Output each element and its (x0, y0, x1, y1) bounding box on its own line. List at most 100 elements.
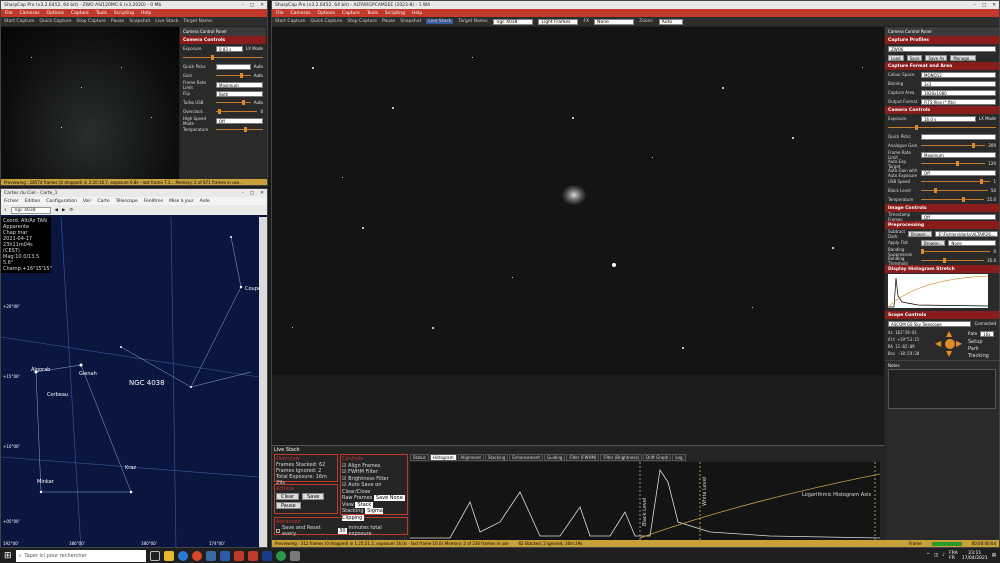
telescope-select[interactable]: ASCOM GS Sky Telescope (888, 320, 972, 327)
cdc-search-input[interactable]: ngc 4038 (10, 206, 51, 214)
lx-mode-checkbox[interactable]: LX Mode (979, 116, 996, 121)
cdc-menu-configuration[interactable]: Configuration (46, 199, 77, 204)
start-icon[interactable]: ⊞ (4, 551, 12, 561)
autosave-checkbox[interactable]: ☑ Auto Save on Clear/Close (342, 482, 406, 495)
white-level-marker[interactable]: White Level (702, 477, 708, 506)
cdc-menu-miseajour[interactable]: Mise à jour (169, 199, 194, 204)
notifications-icon[interactable]: ▤ (992, 553, 996, 558)
cdc-refresh-icon[interactable]: ⟳ (69, 208, 73, 213)
cdc-search-icon[interactable]: ⌕ (4, 207, 7, 213)
main-pause-button[interactable]: Pause (382, 19, 395, 24)
dark-file-select[interactable]: E:\Fichiers\darks\ALTAIR26... (935, 230, 998, 237)
tab-drift-graph[interactable]: Drift Graph (643, 454, 672, 461)
cdc-menu-telescope[interactable]: Télescope (116, 199, 138, 204)
black-level-slider[interactable] (921, 188, 988, 193)
reset-minutes-input[interactable]: 30 (338, 528, 347, 534)
tab-log[interactable]: Log (672, 454, 686, 461)
quick-picks-select[interactable] (921, 133, 996, 140)
cdc-menu-carte[interactable]: Carte (97, 199, 109, 204)
store-icon[interactable] (205, 550, 216, 561)
tab-filter-fwhm[interactable]: Filter (FWHM) (566, 454, 600, 461)
cdc-next-icon[interactable]: ▶ (62, 208, 65, 213)
main-menu-file[interactable]: File (276, 11, 284, 16)
temperature-slider[interactable] (921, 197, 985, 202)
main-menu-scripting[interactable]: Scripting (385, 11, 405, 16)
fx-select[interactable]: None (594, 18, 635, 25)
chrome-icon[interactable] (191, 550, 202, 561)
app2-icon[interactable] (289, 550, 300, 561)
main-start-capture-button[interactable]: Start Capture (275, 19, 305, 24)
snapshot-button[interactable]: Snapshot (129, 19, 150, 24)
sharpcap-icon[interactable] (233, 550, 244, 561)
auto-exp-slider[interactable] (921, 161, 986, 166)
live-stack-button[interactable]: Live Stack (155, 19, 178, 24)
tab-guiding[interactable]: Guiding (543, 454, 566, 461)
camera-controls-header[interactable]: Camera Controls (885, 106, 999, 114)
slew-south-icon[interactable]: ▼ (946, 349, 952, 358)
banding-threshold-slider[interactable] (921, 258, 985, 263)
profile-load-button[interactable]: Load (888, 54, 904, 61)
scope-setup-button[interactable]: Setup (968, 339, 994, 345)
tab-histogram[interactable]: Histogram (429, 454, 457, 461)
main-minimize-icon[interactable]: – (974, 3, 976, 8)
cdc-menu-fenetres[interactable]: Fenêtres (144, 199, 163, 204)
cdc-titlebar[interactable]: Cartes du Ciel - Carte_1 – □ ✕ (1, 189, 267, 197)
task-view-icon[interactable] (149, 550, 160, 561)
main-close-icon[interactable]: ✕ (992, 3, 996, 8)
menu-file[interactable]: File (5, 11, 13, 16)
maximize-icon[interactable]: □ (250, 3, 254, 8)
main-menu-options[interactable]: Options (318, 11, 335, 16)
tab-stacking[interactable]: Stacking (485, 454, 509, 461)
menu-cameras[interactable]: Cameras (20, 11, 40, 16)
slew-north-icon[interactable]: ▲ (946, 329, 952, 338)
cdc-prev-icon[interactable]: ◀ (55, 208, 58, 213)
mail-icon[interactable] (219, 550, 230, 561)
zoom-select[interactable]: Auto (658, 18, 683, 25)
slew-west-icon[interactable]: ◀ (935, 339, 941, 348)
frame-type-select[interactable]: Light Frames (538, 18, 579, 25)
small-window-titlebar[interactable]: SharpCap Pro (v3.2.6452, 64 bit) - ZWO A… (1, 1, 267, 9)
profile-save-button[interactable]: Save (906, 54, 923, 61)
histogram-header[interactable]: Display Histogram Stretch (885, 265, 999, 273)
profile-manage-button[interactable]: Manage... (950, 54, 977, 61)
cdc-close-icon[interactable]: ✕ (260, 191, 264, 196)
exposure-slider[interactable] (885, 123, 999, 132)
main-stop-capture-button[interactable]: Stop Capture (347, 19, 377, 24)
auto-gain-select[interactable]: Off (921, 169, 996, 176)
colour-space-select[interactable]: MONO12 (921, 71, 996, 78)
menu-options[interactable]: Options (47, 11, 64, 16)
minimize-icon[interactable]: – (242, 3, 244, 8)
exposure-input[interactable]: 16.0 s (921, 115, 976, 122)
save-button[interactable]: Save (302, 493, 325, 500)
main-menu-capture[interactable]: Capture (342, 11, 360, 16)
menu-scripting[interactable]: Scripting (114, 11, 134, 16)
capture-format-header[interactable]: Capture Format and Area (885, 62, 999, 70)
tab-status[interactable]: Status (410, 454, 429, 461)
cdc-menu-edition[interactable]: Edition (25, 199, 41, 204)
cdc-maximize-icon[interactable]: □ (250, 191, 254, 196)
cdc-menu-aide[interactable]: Aide (200, 199, 210, 204)
taskbar-search[interactable]: ⌕ Taper ici pour rechercher (15, 549, 146, 562)
scope-controls-header[interactable]: Scope Controls (885, 311, 999, 319)
cdc-menu-fichier[interactable]: Fichier (4, 199, 19, 204)
explorer-icon[interactable] (163, 550, 174, 561)
view-select[interactable]: Stack (355, 501, 374, 508)
profile-saveas-button[interactable]: Save As (925, 54, 948, 61)
tab-alignment[interactable]: Alignment (457, 454, 484, 461)
black-level-marker[interactable]: Black Level (642, 498, 648, 526)
target-name-input[interactable]: ngc 4038 (493, 18, 534, 25)
capture-area-select[interactable]: 1920x1080 (921, 89, 996, 96)
main-quick-capture-button[interactable]: Quick Capture (310, 19, 342, 24)
small-camera-controls-header[interactable]: Camera Controls (180, 36, 266, 44)
menu-help[interactable]: Help (141, 11, 151, 16)
flat-file-select[interactable]: None (948, 239, 996, 246)
frame-rate-select[interactable]: Maximum (921, 151, 996, 158)
main-snapshot-button[interactable]: Snapshot (400, 19, 421, 24)
tray-chevron-icon[interactable]: ^ (926, 553, 930, 558)
live-stack-image[interactable] (272, 27, 884, 445)
slew-east-icon[interactable]: ▶ (956, 339, 962, 348)
quick-capture-button[interactable]: Quick Capture (39, 19, 71, 24)
network-icon[interactable]: ◫ (934, 553, 938, 558)
edge-icon[interactable] (177, 550, 188, 561)
raw-frames-select[interactable]: Save None (373, 495, 405, 501)
